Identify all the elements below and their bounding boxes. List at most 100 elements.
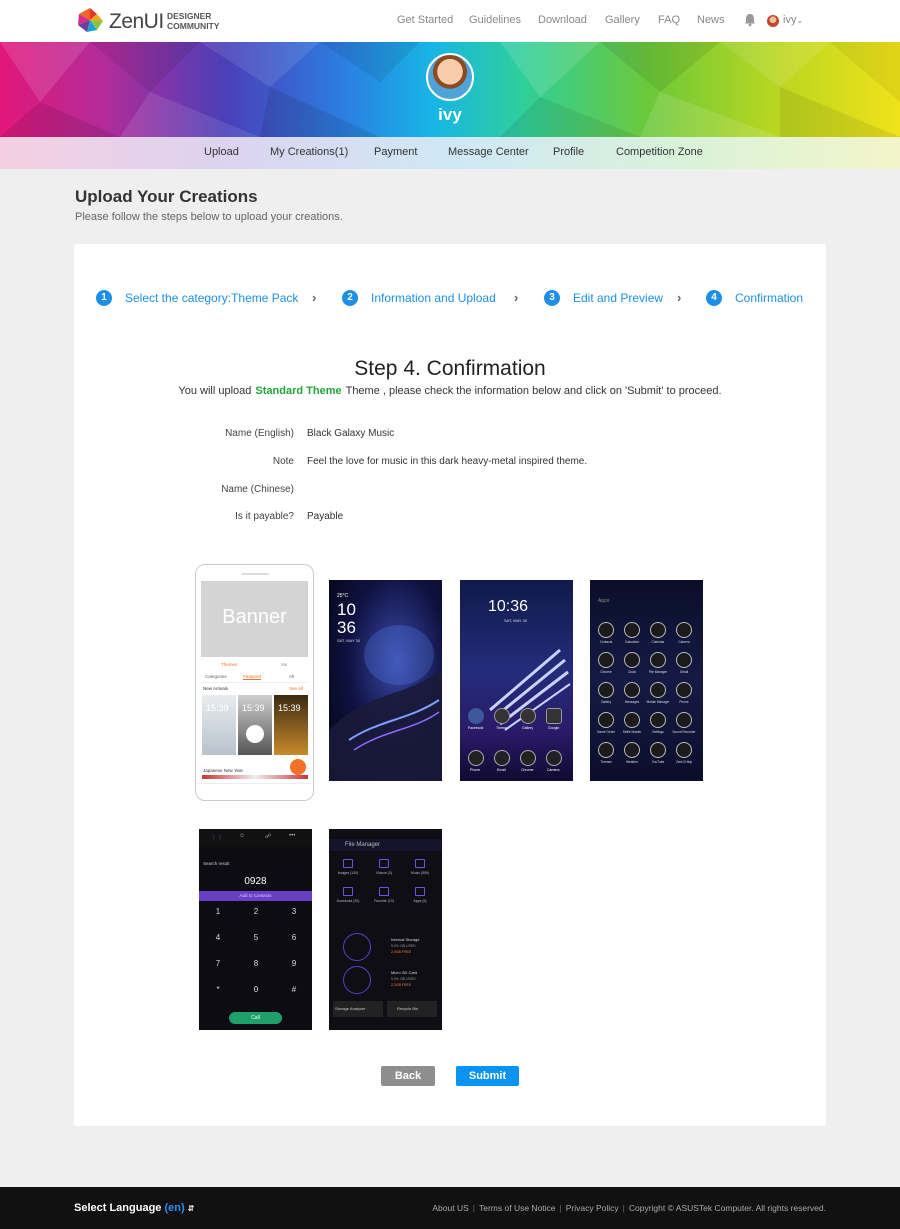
drawer-app-label: Game Genie [596,730,616,734]
drawer-app-icon [676,742,692,758]
drawer-app-label: YouTube [651,760,665,764]
theme-type: Standard Theme [255,385,342,397]
call-button[interactable]: Call [229,1012,282,1024]
step-label: Confirmation [735,291,804,305]
dial-key: 6 [291,933,297,942]
back-button[interactable]: Back [381,1066,435,1086]
preview-dialer[interactable]: ⋮⋮ ☺ ☍ ••• Search result 0928 Add to Con… [199,829,312,1030]
drawer-app-icon [598,652,614,668]
step-number: 4 [706,290,722,306]
nav-faq[interactable]: FAQ [658,14,680,26]
drawer-app-label: Contacts [599,640,613,644]
chevron-right-icon: › [312,290,317,305]
file-category-label: Videos (3) [376,871,392,875]
nav-guidelines[interactable]: Guidelines [469,14,521,26]
footer-terms[interactable]: Terms of Use Notice [479,1203,556,1213]
preview-file-manager[interactable]: File Manager Images (130) Videos (3) Music… [329,829,442,1030]
sort-arrows-icon: ⇵ [187,1204,195,1213]
dial-key: * [216,985,220,994]
user-avatar[interactable] [767,15,779,27]
preview-home-screen[interactable]: 10:36 SAT, MAY 30 Facebook Theme Gallery… [460,580,573,781]
chevron-right-icon: › [514,290,519,305]
drawer-app-icon [650,652,666,668]
drawer-app-icon [650,682,666,698]
drawer-app-label: Calendar [651,640,665,644]
subnav-upload[interactable]: Upload [204,146,239,158]
file-category-icon [343,887,353,896]
file-category-label: Apps (6) [413,899,427,903]
footer: Select Language (en) ⇵ About US | Terms of… [0,1187,900,1229]
profile-avatar [426,53,474,101]
dial-key: 7 [215,959,221,968]
step-number: 3 [544,290,560,306]
dial-key: 1 [215,907,221,916]
dial-key: 3 [291,907,297,916]
dial-key: 2 [253,907,259,916]
footer-copyright: Copyright © ASUSTek Computer. All rights… [628,1203,826,1213]
subnav-my-creations[interactable]: My Creations(1) [270,146,348,158]
dial-key: 8 [253,959,259,968]
preview-app-drawer[interactable]: Apps Contacts Calculator Calendar Camera Chr… [590,580,703,781]
step-number: 2 [342,290,358,306]
drawer-app-icon [676,682,692,698]
file-category-label: Music (590) [410,871,430,875]
drawer-app-icon [650,712,666,728]
file-category-label: Images (130) [337,871,359,875]
drawer-app-icon [650,622,666,638]
drawer-app-label: Selfie Master [622,730,642,734]
field-payable: Is it payable? Payable [235,511,344,522]
store-banner-label: Banner [222,606,287,628]
drawer-app-icon [598,622,614,638]
drawer-app-label: Phone [679,700,689,704]
file-category-icon [379,859,389,868]
subnav-payment[interactable]: Payment [374,146,417,158]
drawer-app-icon [650,742,666,758]
drawer-app-label: Mobile Manager [646,700,670,704]
nav-download[interactable]: Download [538,14,587,26]
subnav-message-center[interactable]: Message Center [448,146,529,158]
store-fab-icon [290,759,306,775]
bell-icon[interactable] [744,13,756,27]
drawer-app-label: Sound Recorder [672,730,696,734]
drawer-app-label: ZenUI Help [675,760,693,764]
drawer-app-label: Weather [626,760,638,764]
subnav-profile[interactable]: Profile [553,146,584,158]
nav-gallery[interactable]: Gallery [605,14,640,26]
subnav-competition-zone[interactable]: Competition Zone [616,146,703,158]
footer-privacy[interactable]: Privacy Policy [566,1203,619,1213]
upload-card: 1 Select the category:Theme Pack › 2 Inf… [74,244,826,1126]
drawer-app-icon [624,742,640,758]
page-subtitle: Please follow the steps below to upload … [75,211,343,223]
chevron-down-icon: ⌄ [796,16,804,25]
step-label: Select the category:Theme Pack [125,291,299,305]
profile-name: ivy [438,105,462,124]
drawer-app-icon [624,652,640,668]
dial-key: 0 [253,985,259,994]
file-category-label: Favorite (10) [374,899,394,903]
field-note: Note Feel the love for music in this dark… [272,456,588,467]
confirmation-description: You will upload Standard Theme Theme , ple… [178,385,722,397]
submit-button[interactable]: Submit [456,1066,519,1086]
preview-lock-screen[interactable]: 25°C 10 36 SAT, MAY 30 [329,580,442,781]
drawer-app-label: Clock [628,670,636,674]
file-category-icon [415,859,425,868]
step-label: Information and Upload [371,291,496,305]
field-name-chinese: Name (Chinese) [221,484,294,495]
confirmation-title: Step 4. Confirmation [354,357,546,380]
drawer-app-label: Settings [652,730,664,734]
drawer-app-label: Gallery [600,700,612,704]
footer-links: About US | Terms of Use Notice | Privacy Pol… [432,1203,826,1213]
nav-get-started[interactable]: Get Started [397,14,453,26]
footer-about[interactable]: About US [432,1203,468,1213]
drawer-app-label: Gmail [679,670,689,674]
nav-news[interactable]: News [697,14,725,26]
drawer-app-icon [598,682,614,698]
preview-theme-store[interactable]: Banner Themes Me Categories Featured All… [195,564,314,801]
drawer-app-label: Chrome [600,670,612,674]
drawer-app-label: Camera [678,640,690,644]
drawer-app-icon [676,712,692,728]
language-selector[interactable]: Select Language (en) ⇵ [74,1202,194,1214]
top-navbar: ZenUI DESIGNER COMMUNITY Get Started Gui… [0,0,900,42]
page-title: Upload Your Creations [75,187,258,206]
user-menu[interactable]: ivy⌄ [783,14,803,26]
